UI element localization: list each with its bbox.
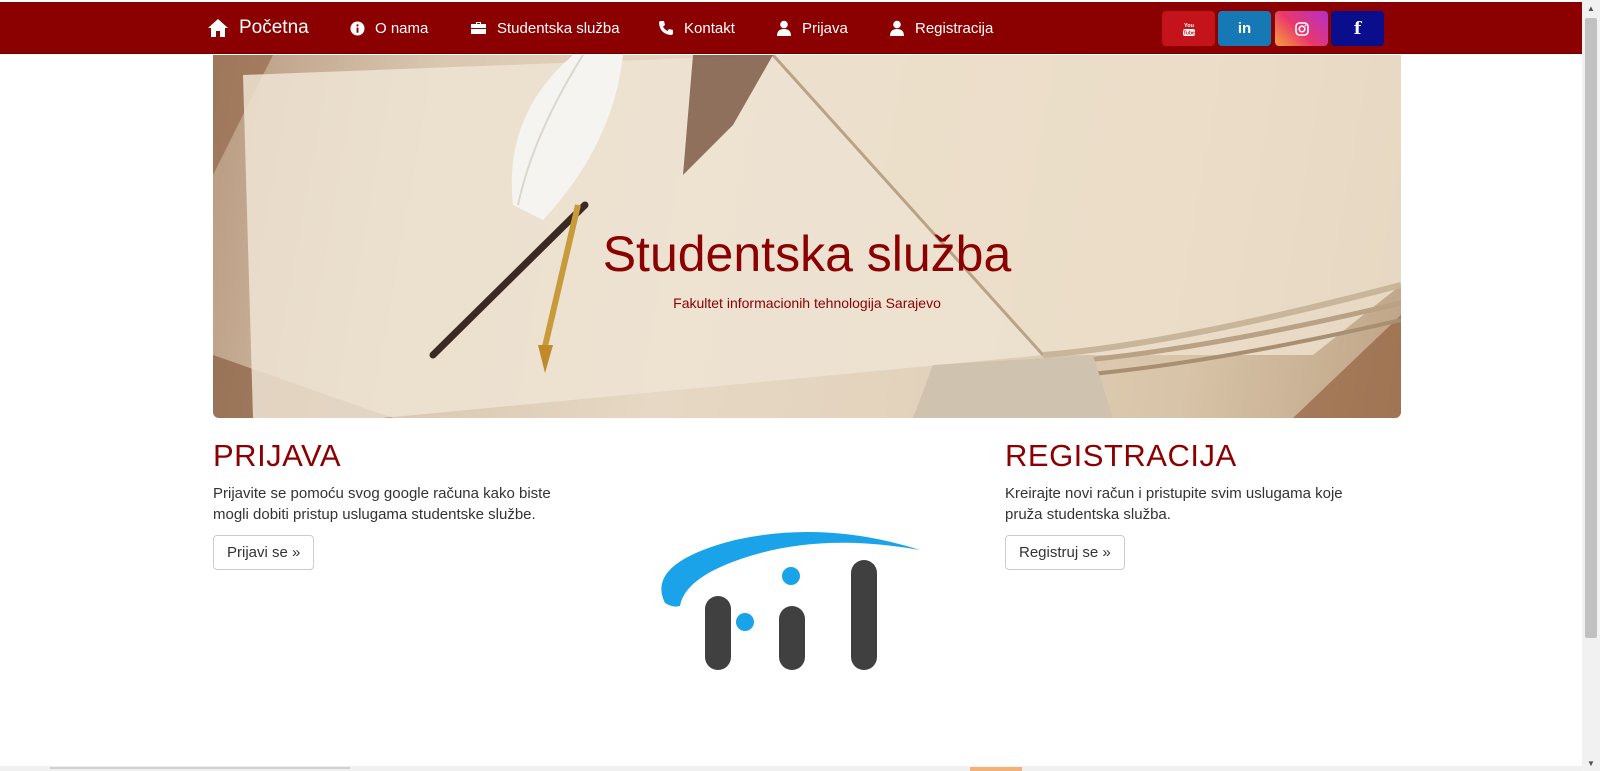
instagram-icon xyxy=(1294,21,1309,36)
scrollbar-thumb[interactable] xyxy=(1585,18,1597,638)
home-icon xyxy=(208,19,228,37)
youtube-button[interactable]: You Tube xyxy=(1162,11,1215,46)
hero-subtitle: Fakultet informacionih tehnologija Saraj… xyxy=(673,295,941,311)
bottom-accent-bar xyxy=(970,767,1022,771)
nav-item-label: Studentska služba xyxy=(497,19,620,37)
nav-item-label: Registracija xyxy=(915,19,994,37)
nav-item-label: Prijava xyxy=(802,19,848,37)
bottom-divider xyxy=(50,767,350,769)
fit-logo xyxy=(661,532,920,670)
user-icon xyxy=(890,20,904,36)
scroll-up-arrow-icon[interactable]: ▲ xyxy=(1582,0,1600,16)
facebook-button[interactable]: f xyxy=(1331,11,1384,46)
briefcase-icon xyxy=(471,22,486,34)
top-navbar: Početna O nama Studentska služba Kontakt… xyxy=(0,2,1582,54)
nav-item-studentska-sluzba[interactable]: Studentska služba xyxy=(470,2,620,54)
linkedin-button[interactable]: in xyxy=(1218,11,1271,46)
hero-banner: Studentska služba Fakultet informacionih… xyxy=(213,55,1401,418)
info-circle-icon xyxy=(350,20,365,36)
prijavi-se-button[interactable]: Prijavi se » xyxy=(213,535,315,570)
vertical-scrollbar[interactable]: ▲ ▼ xyxy=(1582,0,1600,771)
nav-item-prijava[interactable]: Prijava xyxy=(776,2,848,54)
nav-item-o-nama[interactable]: O nama xyxy=(350,2,428,54)
user-icon xyxy=(777,20,791,36)
svg-text:Tube: Tube xyxy=(1183,30,1195,36)
nav-home-label: Početna xyxy=(239,17,309,38)
svg-text:You: You xyxy=(1184,23,1194,29)
registracija-heading: REGISTRACIJA xyxy=(1005,438,1237,473)
nav-item-kontakt[interactable]: Kontakt xyxy=(658,2,735,54)
nav-home-link[interactable]: Početna xyxy=(207,2,309,54)
prijava-heading: PRIJAVA xyxy=(213,438,342,473)
nav-item-registracija[interactable]: Registracija xyxy=(889,2,993,54)
facebook-icon: f xyxy=(1353,18,1362,39)
linkedin-icon: in xyxy=(1237,20,1252,37)
phone-icon xyxy=(659,21,673,35)
prijava-description: Prijavite se pomoću svog google računa k… xyxy=(213,485,551,523)
scroll-down-arrow-icon[interactable]: ▼ xyxy=(1582,755,1600,771)
registruj-se-button[interactable]: Registruj se » xyxy=(1005,535,1125,570)
nav-item-label: Kontakt xyxy=(684,19,735,37)
youtube-icon: You Tube xyxy=(1182,23,1195,36)
instagram-button[interactable] xyxy=(1275,11,1328,46)
nav-item-label: O nama xyxy=(375,19,429,37)
hero-title: Studentska služba xyxy=(602,226,1012,282)
registracija-description: Kreirajte novi račun i pristupite svim u… xyxy=(1005,485,1343,523)
